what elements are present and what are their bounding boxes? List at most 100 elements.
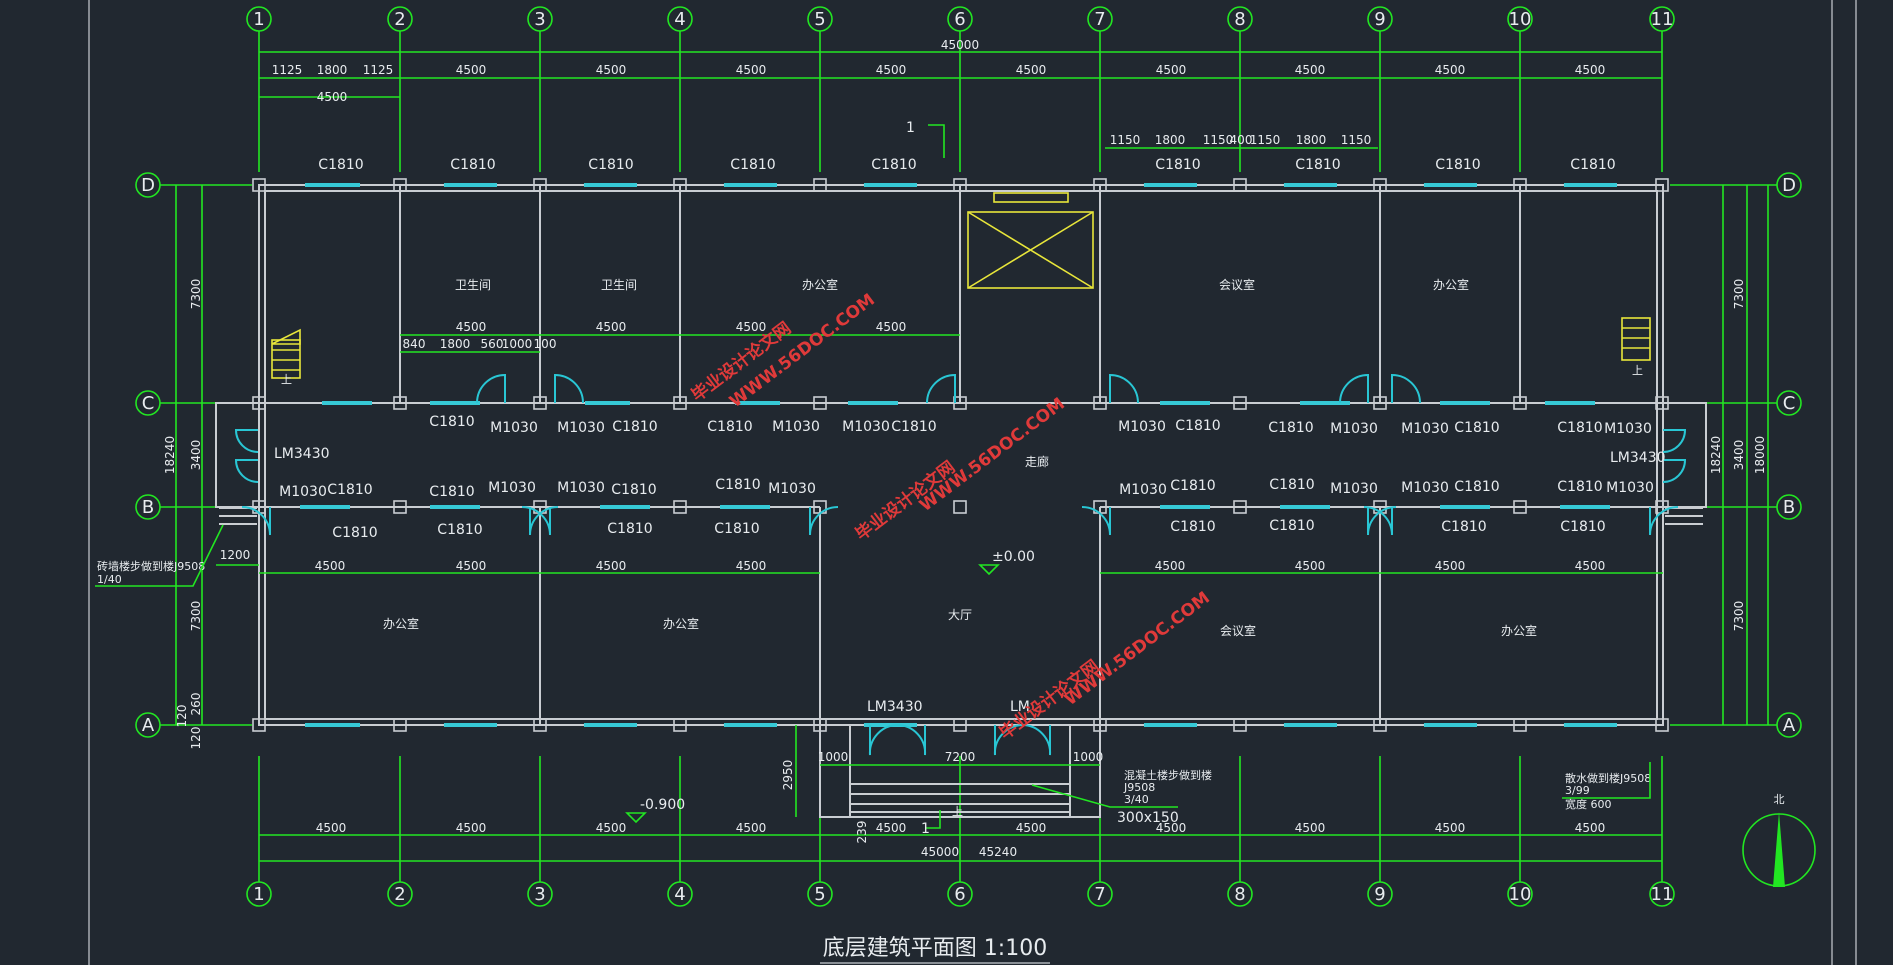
axis-bubble-D: D bbox=[1670, 172, 1802, 198]
axis-label-B: B bbox=[1783, 497, 1795, 518]
axis-label-9: 9 bbox=[1374, 884, 1385, 905]
svg-text:120: 120 bbox=[189, 727, 203, 750]
svg-text:7300: 7300 bbox=[189, 601, 203, 632]
axis-label-6: 6 bbox=[954, 9, 965, 30]
dim-top-10: 4500 bbox=[1295, 63, 1326, 77]
axis-label-B: B bbox=[142, 497, 154, 518]
svg-text:4500: 4500 bbox=[1575, 559, 1606, 573]
svg-text:4500: 4500 bbox=[596, 821, 627, 835]
door-label-3: M1030 bbox=[772, 419, 820, 435]
svg-text:120: 120 bbox=[175, 705, 189, 728]
room-office-s3: 办公室 bbox=[1501, 623, 1537, 638]
window-label-16: C1810 bbox=[1557, 479, 1602, 495]
window-label-8: C1810 bbox=[1557, 420, 1602, 436]
svg-text:4500: 4500 bbox=[736, 320, 767, 334]
svg-text:45000: 45000 bbox=[921, 845, 959, 859]
axis-label-D: D bbox=[141, 175, 155, 196]
room-office-n1: 办公室 bbox=[802, 277, 838, 292]
right-vertical-dimensions: 7300 3400 7300 18240 18000 bbox=[1709, 185, 1769, 725]
window-label-top-4: C1810 bbox=[730, 157, 775, 173]
window-label-top-9: C1810 bbox=[1570, 157, 1615, 173]
dim-top-12: 4500 bbox=[1575, 63, 1606, 77]
axis-label-1: 1 bbox=[253, 884, 264, 905]
window-label-10: C1810 bbox=[429, 484, 474, 500]
svg-text:7300: 7300 bbox=[1732, 601, 1746, 632]
axis-label-3: 3 bbox=[534, 9, 545, 30]
axis-bubble-D: D bbox=[135, 172, 252, 198]
svg-text:260: 260 bbox=[189, 693, 203, 716]
svg-text:18240: 18240 bbox=[163, 436, 177, 474]
room-toilet-2: 卫生间 bbox=[601, 278, 637, 292]
note-left-sub: 1/40 bbox=[97, 573, 122, 586]
window-label-20: C1810 bbox=[714, 521, 759, 537]
window-label-22: C1810 bbox=[1269, 518, 1314, 534]
watermarks: 毕业设计论文网 WWW.56DOC.COM 毕业设计论文网 WWW.56DOC.… bbox=[687, 290, 1213, 744]
svg-text:4500: 4500 bbox=[596, 559, 627, 573]
axis-label-2: 2 bbox=[394, 9, 405, 30]
axis-label-11: 11 bbox=[1651, 884, 1674, 905]
svg-text:4500: 4500 bbox=[736, 559, 767, 573]
window-label-3: C1810 bbox=[707, 419, 752, 435]
lm-left: LM3430 bbox=[274, 446, 330, 462]
window-label-top-8: C1810 bbox=[1435, 157, 1480, 173]
note-left: 砖墙楼步做到楼J9508 bbox=[97, 559, 205, 573]
svg-text:100: 100 bbox=[534, 337, 557, 351]
axis-label-10: 10 bbox=[1509, 884, 1532, 905]
window-label-24: C1810 bbox=[1560, 519, 1605, 535]
svg-text:840: 840 bbox=[403, 337, 426, 351]
dim-rw-7: 1150 bbox=[1341, 133, 1372, 147]
axis-label-9: 9 bbox=[1374, 9, 1385, 30]
svg-text:4500: 4500 bbox=[456, 320, 487, 334]
window-label-top-5: C1810 bbox=[871, 157, 916, 173]
svg-text:1000: 1000 bbox=[818, 750, 849, 764]
svg-text:239: 239 bbox=[855, 821, 869, 844]
svg-text:1000: 1000 bbox=[1073, 750, 1104, 764]
axis-label-10: 10 bbox=[1509, 9, 1532, 30]
north-arrow: 北 bbox=[1742, 793, 1816, 887]
svg-text:4500: 4500 bbox=[456, 821, 487, 835]
window-label-7: C1810 bbox=[1454, 420, 1499, 436]
door-label-8: M1030 bbox=[1604, 421, 1652, 437]
axis-bubble-6: 6 bbox=[947, 6, 973, 172]
axis-bubble-11: 11 bbox=[1649, 6, 1675, 172]
svg-text:1000: 1000 bbox=[502, 337, 533, 351]
axis-label-C: C bbox=[1783, 393, 1796, 414]
axis-label-2: 2 bbox=[394, 884, 405, 905]
section-mark-top: 1 bbox=[906, 120, 945, 158]
dim-top-9: 4500 bbox=[1156, 63, 1187, 77]
room-meeting-n: 会议室 bbox=[1219, 277, 1255, 292]
axis-label-8: 8 bbox=[1234, 9, 1245, 30]
svg-text:4500: 4500 bbox=[1435, 821, 1466, 835]
axis-bubble-3: 3 bbox=[527, 756, 553, 907]
window-label-2: C1810 bbox=[612, 419, 657, 435]
window-label-top-6: C1810 bbox=[1155, 157, 1200, 173]
svg-text:4500: 4500 bbox=[1016, 821, 1047, 835]
window-label-17: C1810 bbox=[332, 525, 377, 541]
svg-text:560: 560 bbox=[481, 337, 504, 351]
door-label-5: M1030 bbox=[1118, 419, 1166, 435]
window-label-14: C1810 bbox=[1269, 477, 1314, 493]
note-entrance-2: 3/40 bbox=[1124, 793, 1149, 806]
axis-bubble-3: 3 bbox=[527, 6, 553, 172]
door-label-7: M1030 bbox=[1401, 421, 1449, 437]
window-label-6: C1810 bbox=[1268, 420, 1313, 436]
door-label-9: M1030 bbox=[279, 484, 327, 500]
dim-top-1: 1125 bbox=[272, 63, 303, 77]
room-toilet-1: 卫生间 bbox=[455, 278, 491, 292]
axis-bubble-1: 1 bbox=[246, 6, 272, 172]
door-label-4: M1030 bbox=[842, 419, 890, 435]
dim-rw-6: 1800 bbox=[1296, 133, 1327, 147]
svg-text:4500: 4500 bbox=[1295, 559, 1326, 573]
axis-label-4: 4 bbox=[674, 884, 685, 905]
window-label-18: C1810 bbox=[437, 522, 482, 538]
axis-bubble-4: 4 bbox=[667, 6, 693, 172]
window-label-21: C1810 bbox=[1170, 519, 1215, 535]
door-label-15: M1030 bbox=[1401, 480, 1449, 496]
svg-text:4500: 4500 bbox=[1295, 821, 1326, 835]
svg-text:4500: 4500 bbox=[456, 559, 487, 573]
dim-top-5: 4500 bbox=[596, 63, 627, 77]
svg-text:1: 1 bbox=[921, 821, 930, 837]
door-label-10: M1030 bbox=[488, 480, 536, 496]
dim-top-2: 1800 bbox=[317, 63, 348, 77]
svg-text:7300: 7300 bbox=[189, 279, 203, 310]
